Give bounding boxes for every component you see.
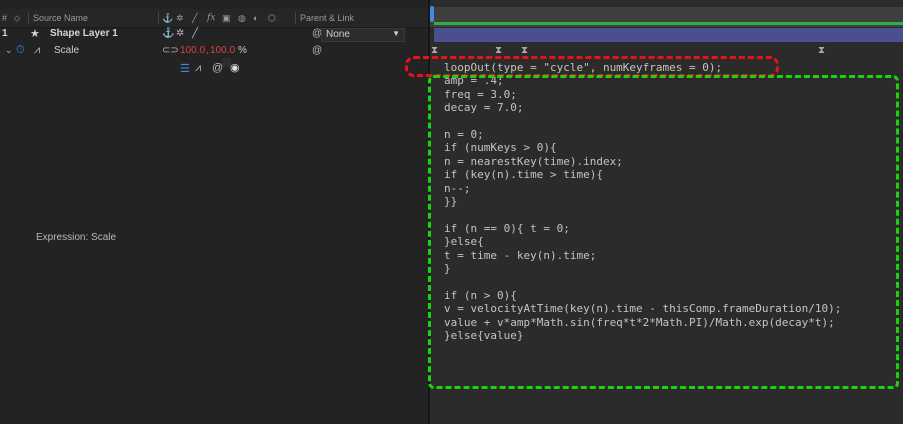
chevron-down-icon[interactable]: ⌄: [5, 45, 13, 56]
highlight-box-red: [405, 56, 779, 77]
keyframe-marker[interactable]: ⧗: [431, 45, 438, 56]
scale-unit: %: [238, 45, 247, 56]
scale-value-x[interactable]: 100.0: [180, 45, 205, 56]
parent-dropdown[interactable]: None ▼: [321, 28, 405, 42]
sun-icon: ✲: [176, 13, 184, 23]
scale-value-sep: ,: [206, 45, 209, 56]
star-icon: ★: [30, 28, 40, 40]
parent-dropdown-value: None: [326, 29, 350, 40]
column-header: # ⬦ Source Name ⚓ ✲ ╱ fx ▣ ◍ ◐ ⬡ Parent …: [0, 9, 428, 28]
film-icon: ▣: [222, 13, 231, 23]
pen-switch-icon[interactable]: ╱: [192, 28, 198, 39]
keyframe-marker[interactable]: ⧗: [521, 45, 528, 56]
chevron-down-icon: ▼: [392, 29, 400, 38]
graph-icon[interactable]: ⩘: [195, 62, 201, 75]
layer-number: 1: [2, 28, 8, 39]
scale-value-y[interactable]: 100.0: [210, 45, 235, 56]
enable-expression-icon[interactable]: ☰: [180, 62, 190, 75]
playhead[interactable]: [430, 6, 434, 22]
column-source-name[interactable]: Source Name: [33, 13, 88, 23]
property-row-scale[interactable]: ⌄ ⏱ ⩘ Scale ⊂⊃ 100.0 , 100.0 % @: [0, 44, 428, 59]
column-hash: #: [2, 13, 8, 23]
property-name: Scale: [54, 45, 80, 56]
pickwhip-icon[interactable]: @: [212, 62, 223, 74]
work-area-bar[interactable]: [434, 22, 903, 25]
keyframe-marker[interactable]: ⧗: [495, 45, 502, 56]
column-label-icon: ⬦: [14, 13, 21, 23]
link-icon[interactable]: ⊂⊃: [162, 45, 179, 56]
pickwhip-icon[interactable]: @: [312, 45, 322, 56]
keyframe-marker[interactable]: ⧗: [818, 45, 825, 56]
half-circle-icon: ◐: [253, 13, 259, 23]
highlight-box-green: [428, 75, 899, 389]
layer-name[interactable]: Shape Layer 1: [50, 28, 118, 39]
anchor-switch-icon[interactable]: ⚓: [162, 28, 174, 39]
language-menu-icon[interactable]: ◉: [230, 61, 240, 74]
anchor-icon: ⚓: [162, 13, 174, 23]
graph-icon[interactable]: ⩘: [34, 44, 40, 57]
fx-icon: fx: [207, 13, 216, 23]
circle-icon: ◍: [238, 13, 246, 23]
cube-icon: ⬡: [268, 13, 276, 23]
stopwatch-icon[interactable]: ⏱: [16, 44, 25, 57]
expression-controls: ☰ ⩘ @ ◉: [0, 62, 428, 76]
column-parent-link[interactable]: Parent & Link: [300, 13, 354, 23]
layer-duration-bar[interactable]: [434, 28, 903, 42]
sun-switch-icon[interactable]: ✲: [176, 28, 184, 39]
expression-label: Expression: Scale: [36, 232, 117, 243]
pen-icon: ╱: [192, 13, 198, 23]
